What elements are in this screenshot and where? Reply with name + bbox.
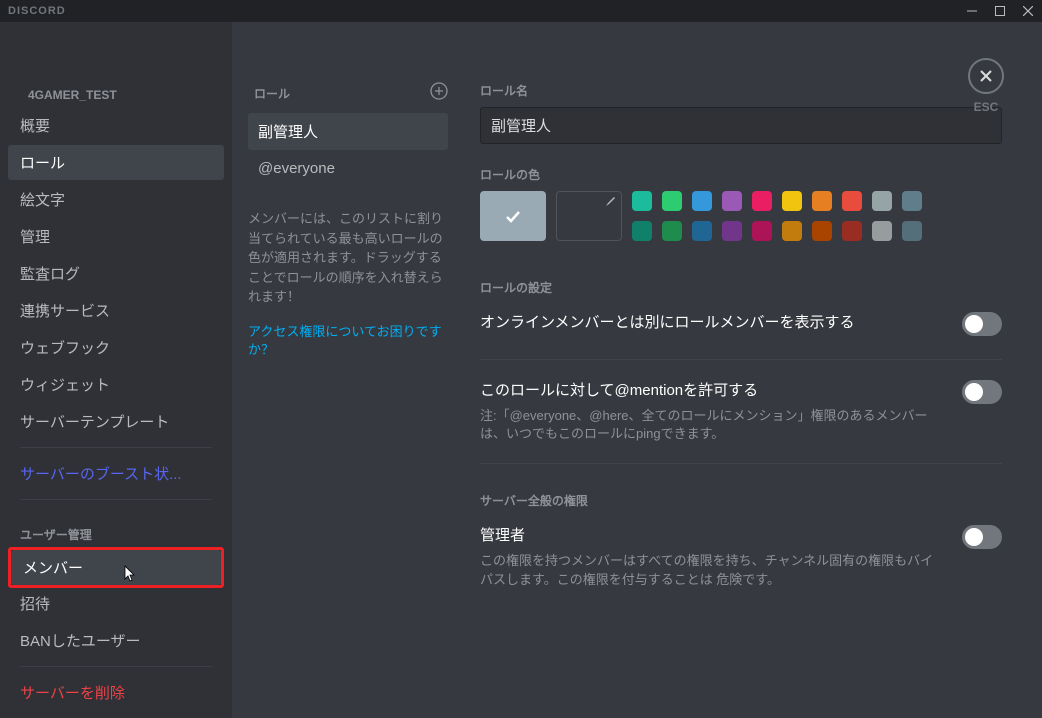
color-swatch[interactable] bbox=[722, 191, 742, 211]
color-swatch[interactable] bbox=[632, 191, 652, 211]
role-name-label: ロール名 bbox=[480, 82, 1002, 99]
roles-help-link[interactable]: アクセス権限についてお困りですか？ bbox=[248, 323, 448, 359]
toggle-display-separately[interactable] bbox=[962, 312, 1002, 336]
close-label: ESC bbox=[968, 100, 1004, 114]
color-swatch[interactable] bbox=[722, 221, 742, 241]
role-color-label: ロールの色 bbox=[480, 166, 1002, 183]
color-swatch[interactable] bbox=[662, 191, 682, 211]
role-item-everyone[interactable]: @everyone bbox=[248, 152, 448, 185]
sidebar-item-moderation[interactable]: 管理 bbox=[8, 219, 224, 254]
color-swatch[interactable] bbox=[692, 221, 712, 241]
divider bbox=[20, 447, 212, 448]
color-swatch[interactable] bbox=[812, 191, 832, 211]
setting-allow-mention: このロールに対して@mentionを許可する bbox=[480, 380, 942, 401]
sidebar-item-template[interactable]: サーバーテンプレート bbox=[8, 404, 224, 439]
toggle-administrator[interactable] bbox=[962, 525, 1002, 549]
sidebar-item-delete-server[interactable]: サーバーを削除 bbox=[8, 675, 224, 710]
divider bbox=[20, 499, 212, 500]
server-name-header: 4GAMER_TEST bbox=[8, 82, 224, 108]
eyedropper-icon bbox=[604, 196, 616, 211]
color-swatch-default[interactable] bbox=[480, 191, 546, 241]
role-item[interactable]: 副管理人 bbox=[248, 113, 448, 150]
sidebar-item-bans[interactable]: BANしたユーザー bbox=[8, 623, 224, 658]
user-mgmt-header: ユーザー管理 bbox=[8, 508, 224, 549]
minimize-button[interactable] bbox=[958, 0, 986, 22]
color-swatch[interactable] bbox=[872, 191, 892, 211]
window-controls bbox=[958, 0, 1042, 22]
role-settings-label: ロールの設定 bbox=[480, 279, 1002, 296]
roles-list-column: ロール 副管理人 @everyone メンバーには、このリストに割り当てられてい… bbox=[232, 22, 464, 718]
color-swatch[interactable] bbox=[902, 221, 922, 241]
color-swatch[interactable] bbox=[842, 191, 862, 211]
app-brand: DISCORD bbox=[8, 5, 66, 17]
color-swatch-custom[interactable] bbox=[556, 191, 622, 241]
roles-help-text: メンバーには、このリストに割り当てられている最も高いロールの色が適用されます。ド… bbox=[248, 209, 448, 307]
perm-administrator: 管理者 bbox=[480, 525, 942, 546]
add-role-icon[interactable] bbox=[430, 82, 448, 105]
titlebar: DISCORD bbox=[0, 0, 1042, 22]
perm-administrator-note: この権限を持つメンバーはすべての権限を持ち、チャンネル固有の権限もバイパスします… bbox=[480, 552, 942, 588]
setting-display-separately: オンラインメンバーとは別にロールメンバーを表示する bbox=[480, 312, 942, 333]
divider bbox=[20, 666, 212, 667]
color-swatch[interactable] bbox=[632, 221, 652, 241]
sidebar-item-widget[interactable]: ウィジェット bbox=[8, 367, 224, 402]
sidebar-item-webhooks[interactable]: ウェブフック bbox=[8, 330, 224, 365]
color-swatch[interactable] bbox=[872, 221, 892, 241]
color-swatch[interactable] bbox=[662, 221, 682, 241]
sidebar-item-members[interactable]: メンバー bbox=[11, 550, 221, 585]
color-swatch[interactable] bbox=[782, 221, 802, 241]
color-swatch[interactable] bbox=[752, 191, 772, 211]
sidebar-item-overview[interactable]: 概要 bbox=[8, 108, 224, 143]
close-window-button[interactable] bbox=[1014, 0, 1042, 22]
maximize-button[interactable] bbox=[986, 0, 1014, 22]
toggle-allow-mention[interactable] bbox=[962, 380, 1002, 404]
color-swatch[interactable] bbox=[902, 191, 922, 211]
general-perms-label: サーバー全般の権限 bbox=[480, 492, 1002, 509]
settings-sidebar: 4GAMER_TEST 概要 ロール 絵文字 管理 監査ログ 連携サービス ウェ… bbox=[0, 22, 232, 718]
color-swatch[interactable] bbox=[752, 221, 772, 241]
sidebar-item-boost[interactable]: サーバーのブースト状... bbox=[8, 456, 224, 491]
color-swatch[interactable] bbox=[842, 221, 862, 241]
color-swatch[interactable] bbox=[812, 221, 832, 241]
close-button[interactable] bbox=[968, 58, 1004, 94]
sidebar-item-invites[interactable]: 招待 bbox=[8, 586, 224, 621]
role-name-input[interactable] bbox=[480, 107, 1002, 144]
color-swatch[interactable] bbox=[782, 191, 802, 211]
setting-allow-mention-note: 注:「@everyone、@here、全てのロールにメンション」権限のあるメンバ… bbox=[480, 407, 942, 443]
color-swatch[interactable] bbox=[692, 191, 712, 211]
sidebar-item-integrations[interactable]: 連携サービス bbox=[8, 293, 224, 328]
role-edit-panel: ロール名 ロールの色 ロールの設定 オンラインメンバーとは別にロールメンバーを表… bbox=[464, 22, 1042, 718]
close-settings: ESC bbox=[968, 58, 1004, 114]
sidebar-item-roles[interactable]: ロール bbox=[8, 145, 224, 180]
sidebar-item-audit-log[interactable]: 監査ログ bbox=[8, 256, 224, 291]
highlight-annotation: メンバー bbox=[8, 547, 224, 588]
sidebar-item-emoji[interactable]: 絵文字 bbox=[8, 182, 224, 217]
roles-header: ロール bbox=[254, 85, 290, 102]
